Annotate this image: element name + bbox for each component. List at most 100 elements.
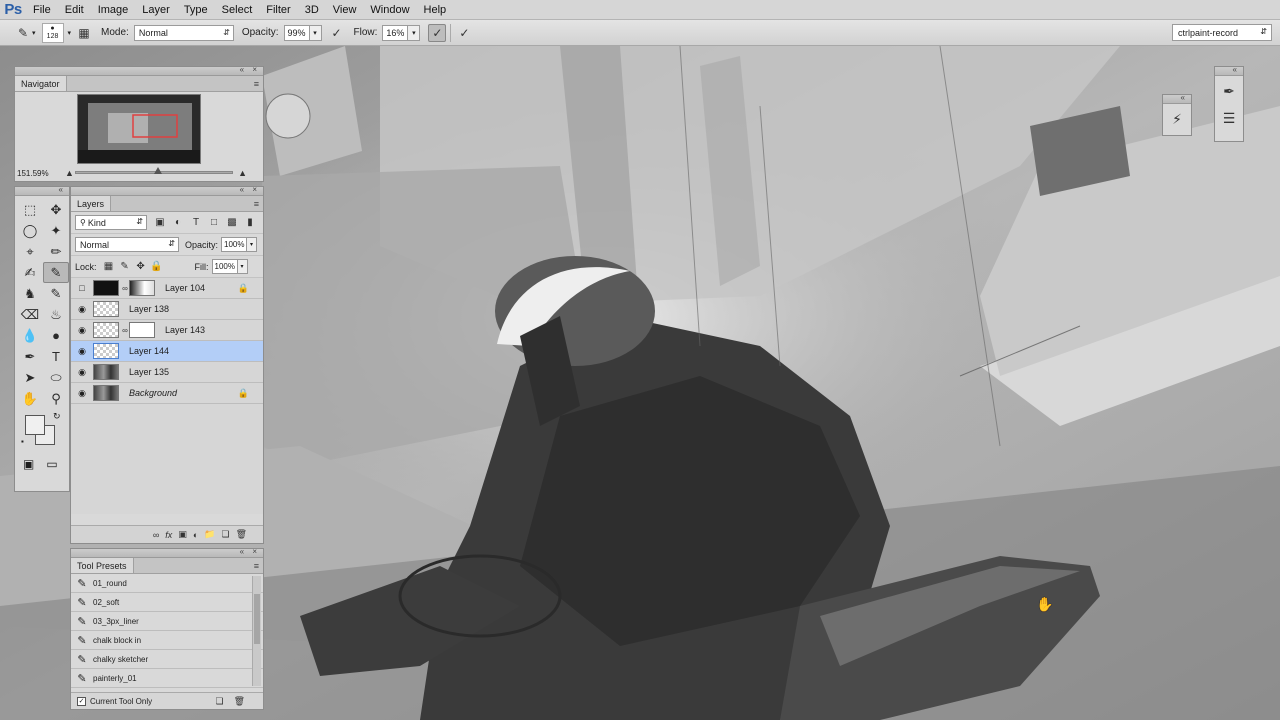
layer-list[interactable]: □ ∞ Layer 104 🔒 ◉ Layer 138 ◉ ∞ Layer 14… xyxy=(71,278,263,514)
panel-collapse-icon[interactable]: « × xyxy=(240,65,260,74)
properties-panel-icon[interactable]: ☰ xyxy=(1217,106,1241,130)
dodge-tool-icon[interactable]: ● xyxy=(43,325,69,346)
menu-view[interactable]: View xyxy=(326,0,364,20)
lock-transparency-icon[interactable]: ▦ xyxy=(101,261,117,272)
toolbox-strip[interactable]: « xyxy=(15,185,69,196)
lock-position-icon[interactable]: ✥ xyxy=(133,261,149,272)
menu-filter[interactable]: Filter xyxy=(259,0,297,20)
usb-extension-icon[interactable]: ⚡ xyxy=(1165,107,1189,131)
adjustment-layer-icon[interactable]: ◐ xyxy=(193,530,198,540)
presets-collapse-icon[interactable]: « × xyxy=(240,547,260,556)
layer-kind-select[interactable]: ⚲ Kind ⇵ xyxy=(75,215,147,230)
preset-dropdown-arrow-icon[interactable]: ▾ xyxy=(32,29,36,37)
trash-icon[interactable]: 🗑 xyxy=(236,529,247,540)
toolbox-collapse-icon[interactable]: « xyxy=(59,185,66,194)
presets-menu-icon[interactable]: ≡ xyxy=(254,561,259,571)
brush-size-picker[interactable]: ● 128 xyxy=(41,22,64,43)
flow-input[interactable]: 16% xyxy=(382,24,409,41)
layer-row-104[interactable]: □ ∞ Layer 104 🔒 xyxy=(71,278,263,299)
layer-mask-thumbnail[interactable] xyxy=(129,280,155,296)
filter-pixel-icon[interactable]: ▣ xyxy=(151,217,169,228)
quick-select-tool-icon[interactable]: ✦ xyxy=(43,220,69,241)
layers-collapse-icon[interactable]: « × xyxy=(240,185,260,194)
menu-3d[interactable]: 3D xyxy=(298,0,326,20)
layer-row-background[interactable]: ◉ Background 🔒 xyxy=(71,383,263,404)
navigator-menu-icon[interactable]: ≡ xyxy=(254,79,259,89)
layer-opacity-input[interactable]: 100% xyxy=(221,237,248,252)
layer-opacity-dropdown-icon[interactable]: ▾ xyxy=(247,237,258,252)
paint-bucket-tool-icon[interactable]: ♨ xyxy=(43,304,69,325)
menu-layer[interactable]: Layer xyxy=(135,0,177,20)
opacity-dropdown-icon[interactable]: ▾ xyxy=(309,24,322,41)
path-select-tool-icon[interactable]: ➤ xyxy=(17,367,43,388)
move-tool-icon[interactable]: ✥ xyxy=(43,199,69,220)
menu-file[interactable]: File xyxy=(26,0,58,20)
workspace-switcher[interactable]: ctrlpaint-record ⇵ xyxy=(1172,24,1272,41)
preset-item[interactable]: ✎ painterly_01 xyxy=(71,669,263,688)
swap-colors-icon[interactable]: ↻ xyxy=(53,411,61,422)
healing-brush-tool-icon[interactable]: ✍ xyxy=(17,262,43,283)
new-layer-icon[interactable]: ❏ xyxy=(221,529,229,540)
presets-scroll-thumb[interactable] xyxy=(254,594,260,644)
menu-select[interactable]: Select xyxy=(215,0,260,20)
visibility-off-icon[interactable]: □ xyxy=(71,283,93,293)
current-tool-only-checkbox[interactable]: ✓ xyxy=(77,696,86,706)
brush-panel-toggle-icon[interactable]: ▦ xyxy=(75,24,93,42)
pressure-size-icon[interactable]: ✓ xyxy=(455,24,473,42)
navigator-zoom-value[interactable]: 151.59% xyxy=(17,169,49,178)
airbrush-icon[interactable]: ✓ xyxy=(428,23,447,42)
filter-type-icon[interactable]: T xyxy=(187,217,205,228)
eyedropper-tool-icon[interactable]: ✏ xyxy=(43,241,69,262)
history-brush-tool-icon[interactable]: ✎ xyxy=(43,283,69,304)
layer-row-138[interactable]: ◉ Layer 138 xyxy=(71,299,263,320)
flow-dropdown-icon[interactable]: ▾ xyxy=(408,24,421,41)
filter-smart-object-icon[interactable]: ▩ xyxy=(223,217,241,228)
zoom-slider-handle[interactable] xyxy=(154,167,162,174)
preset-item[interactable]: ✎ 03_3px_liner xyxy=(71,612,263,631)
dock2-strip[interactable]: « xyxy=(1215,65,1243,76)
visibility-eye-icon[interactable]: ◉ xyxy=(71,325,93,336)
navigator-strip[interactable]: « × xyxy=(15,65,263,76)
new-group-icon[interactable]: 📁 xyxy=(204,529,215,540)
zoom-in-icon[interactable]: ▲ xyxy=(238,168,247,178)
lock-pixels-icon[interactable]: ✎ xyxy=(117,261,133,272)
fill-input[interactable]: 100% xyxy=(211,259,238,274)
layers-strip[interactable]: « × xyxy=(71,185,263,196)
lock-all-icon[interactable]: 🔒 xyxy=(149,261,165,272)
dock2-collapse-icon[interactable]: « xyxy=(1233,65,1240,74)
layer-mask-thumbnail[interactable] xyxy=(129,322,155,338)
layer-style-fx-icon[interactable]: fx xyxy=(165,530,172,540)
dock1-collapse-icon[interactable]: « xyxy=(1181,93,1188,102)
menu-image[interactable]: Image xyxy=(91,0,136,20)
dock1-strip[interactable]: « xyxy=(1163,93,1191,104)
mode-select[interactable]: Normal ⇵ xyxy=(133,24,234,41)
screen-mode-icon[interactable]: ▭ xyxy=(46,457,57,471)
blend-mode-select[interactable]: Normal ⇵ xyxy=(75,237,179,252)
pen-tool-icon[interactable]: ✒ xyxy=(17,346,43,367)
preset-item[interactable]: ✎ 01_round xyxy=(71,574,263,593)
layers-menu-icon[interactable]: ≡ xyxy=(254,199,259,209)
quick-mask-icon[interactable]: ▣ xyxy=(23,457,34,471)
type-tool-icon[interactable]: T xyxy=(43,346,69,367)
filter-adjustment-icon[interactable]: ◐ xyxy=(169,217,187,228)
tab-layers[interactable]: Layers xyxy=(71,196,112,211)
preset-item[interactable]: ✎ chalk block in xyxy=(71,631,263,650)
visibility-eye-icon[interactable]: ◉ xyxy=(71,346,93,357)
fill-dropdown-icon[interactable]: ▾ xyxy=(237,259,248,274)
presets-scrollbar[interactable] xyxy=(252,576,261,686)
visibility-eye-icon[interactable]: ◉ xyxy=(71,304,93,315)
pressure-opacity-icon[interactable]: ✓ xyxy=(328,24,346,42)
lasso-tool-icon[interactable]: ◯ xyxy=(17,220,43,241)
layer-row-143[interactable]: ◉ ∞ Layer 143 xyxy=(71,320,263,341)
delete-preset-icon[interactable]: 🗑 xyxy=(234,696,255,706)
add-mask-icon[interactable]: ▣ xyxy=(178,529,187,540)
zoom-slider[interactable] xyxy=(75,167,233,174)
eraser-tool-icon[interactable]: ⌫ xyxy=(17,304,43,325)
brush-size-arrow-icon[interactable]: ▾ xyxy=(68,29,72,37)
zoom-tool-icon[interactable]: ⚲ xyxy=(43,388,69,409)
filter-shape-icon[interactable]: □ xyxy=(205,217,223,228)
foreground-color-swatch[interactable] xyxy=(25,415,45,435)
preset-item[interactable]: ✎ chalky sketcher xyxy=(71,650,263,669)
hand-tool-icon[interactable]: ✋ xyxy=(17,388,43,409)
ellipse-tool-icon[interactable]: ⬭ xyxy=(43,367,69,388)
